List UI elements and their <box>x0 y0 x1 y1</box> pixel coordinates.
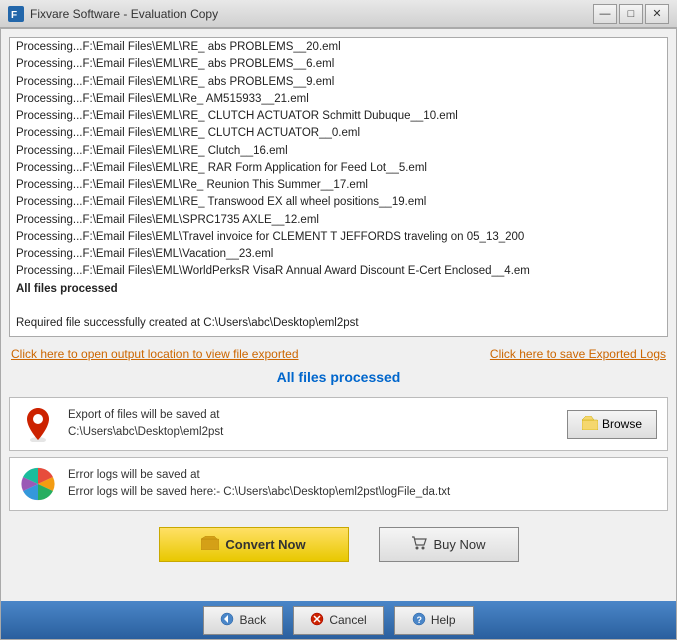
log-line: Processing...F:\Email Files\EML\RE_ CLUT… <box>16 125 661 142</box>
log-line: Processing...F:\Email Files\EML\RE_ Clut… <box>16 143 661 160</box>
convert-icon <box>201 536 219 553</box>
help-icon: ? <box>412 612 426 629</box>
log-line: Required file successfully created at C:… <box>16 315 661 332</box>
log-area[interactable]: Processing...F:\Email Files\EML\RE_ abs … <box>9 37 668 337</box>
error-log-label: Error logs will be saved at <box>68 467 657 484</box>
export-path: C:\Users\abc\Desktop\eml2pst <box>68 424 555 441</box>
log-line: Processing...F:\Email Files\EML\WorldPer… <box>16 263 661 280</box>
log-line: Processing...F:\Email Files\EML\RE_ RAR … <box>16 160 661 177</box>
nav-bar: Back Cancel ? Help <box>1 601 676 639</box>
back-button[interactable]: Back <box>203 606 283 635</box>
help-button[interactable]: ? Help <box>394 606 474 635</box>
svg-text:?: ? <box>416 615 422 625</box>
close-button[interactable]: ✕ <box>645 4 669 24</box>
log-line: Processing...F:\Email Files\EML\SPRC1735… <box>16 212 661 229</box>
browse-label: Browse <box>602 417 642 431</box>
svg-text:F: F <box>11 10 17 21</box>
log-line: Processing...F:\Email Files\EML\Re_ Reun… <box>16 177 661 194</box>
log-line: Processing...F:\Email Files\EML\Re_ AM51… <box>16 91 661 108</box>
main-window: Processing...F:\Email Files\EML\RE_ abs … <box>0 28 677 640</box>
buy-now-label: Buy Now <box>433 537 485 552</box>
error-log-text: Error logs will be saved at Error logs w… <box>68 467 657 502</box>
save-logs-link[interactable]: Click here to save Exported Logs <box>490 347 666 361</box>
log-line: All files processed <box>16 281 661 298</box>
window-controls: — □ ✕ <box>593 4 669 24</box>
action-row: Convert Now Buy Now <box>1 515 676 570</box>
links-row: Click here to open output location to vi… <box>1 343 676 365</box>
title-bar: F Fixvare Software - Evaluation Copy — □… <box>0 0 677 28</box>
maximize-button[interactable]: □ <box>619 4 643 24</box>
log-line: Processing...F:\Email Files\EML\RE_ abs … <box>16 74 661 91</box>
convert-now-label: Convert Now <box>225 537 305 552</box>
log-line: Processing...F:\Email Files\EML\RE_ abs … <box>16 39 661 56</box>
export-label: Export of files will be saved at <box>68 407 555 424</box>
browse-icon <box>582 416 598 433</box>
minimize-button[interactable]: — <box>593 4 617 24</box>
cancel-icon <box>310 612 324 629</box>
error-log-path: Error logs will be saved here:- C:\Users… <box>68 484 657 501</box>
location-icon <box>20 406 56 442</box>
cancel-button[interactable]: Cancel <box>293 606 383 635</box>
error-log-row: Error logs will be saved at Error logs w… <box>9 457 668 511</box>
window-title: Fixvare Software - Evaluation Copy <box>30 7 593 21</box>
info-section: Export of files will be saved at C:\User… <box>9 397 668 511</box>
browse-button[interactable]: Browse <box>567 410 657 439</box>
cancel-label: Cancel <box>329 613 366 627</box>
log-line: Processing...F:\Email Files\EML\Travel i… <box>16 229 661 246</box>
convert-now-button[interactable]: Convert Now <box>159 527 349 562</box>
log-line: Processing...F:\Email Files\EML\RE_ CLUT… <box>16 108 661 125</box>
export-path-text: Export of files will be saved at C:\User… <box>68 407 555 442</box>
back-label: Back <box>239 613 266 627</box>
export-path-row: Export of files will be saved at C:\User… <box>9 397 668 451</box>
back-icon <box>220 612 234 629</box>
log-line: Processing...F:\Email Files\EML\RE_ Tran… <box>16 194 661 211</box>
buy-now-button[interactable]: Buy Now <box>379 527 519 562</box>
app-icon: F <box>8 6 24 22</box>
pie-chart-icon <box>20 466 56 502</box>
log-line: Processing...F:\Email Files\EML\Vacation… <box>16 246 661 263</box>
status-banner: All files processed <box>1 365 676 393</box>
log-line <box>16 298 661 315</box>
open-output-link[interactable]: Click here to open output location to vi… <box>11 347 299 361</box>
help-label: Help <box>431 613 456 627</box>
cart-icon <box>411 536 427 553</box>
log-line: Processing...F:\Email Files\EML\RE_ abs … <box>16 56 661 73</box>
